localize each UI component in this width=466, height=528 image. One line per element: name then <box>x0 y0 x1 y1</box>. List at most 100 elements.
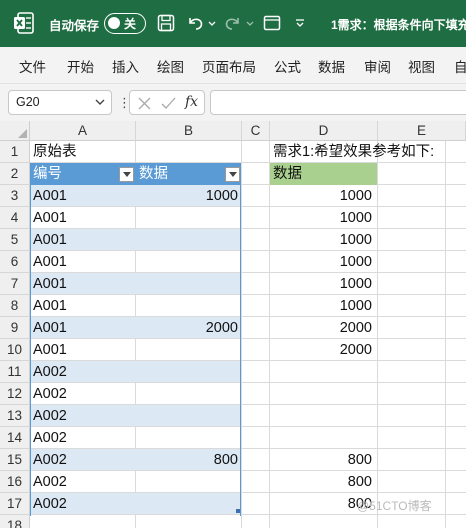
cell-a5[interactable]: A001 <box>33 229 67 251</box>
cell-a13[interactable]: A002 <box>33 405 67 427</box>
cell-d3[interactable]: 1000 <box>270 185 372 207</box>
cell-a11[interactable]: A002 <box>33 361 67 383</box>
tab-home[interactable]: 开始 <box>67 56 94 76</box>
cell-d1[interactable]: 需求1:希望效果参考如下: <box>273 141 434 163</box>
save-icon[interactable] <box>157 12 175 34</box>
name-box[interactable]: G20 <box>8 90 112 115</box>
row-header[interactable]: 18 <box>0 515 30 528</box>
result-header-d[interactable]: 数据 <box>273 163 302 185</box>
cell-a10[interactable]: A001 <box>33 339 67 361</box>
tab-insert[interactable]: 插入 <box>112 56 139 76</box>
cell-d4[interactable]: 1000 <box>270 207 372 229</box>
formula-input[interactable] <box>210 90 466 115</box>
select-all-button[interactable] <box>0 121 30 141</box>
column-header-b[interactable]: B <box>136 121 242 141</box>
row-header[interactable]: 12 <box>0 383 30 405</box>
cell-b4[interactable] <box>136 207 238 229</box>
row-header[interactable]: 5 <box>0 229 30 251</box>
filter-dropdown-a[interactable] <box>119 167 134 182</box>
row-header[interactable]: 9 <box>0 317 30 339</box>
tab-page-layout[interactable]: 页面布局 <box>202 56 256 76</box>
chevron-down-icon[interactable] <box>95 97 105 107</box>
cell-a15[interactable]: A002 <box>33 449 67 471</box>
cell-b8[interactable] <box>136 295 238 317</box>
window-icon[interactable] <box>263 12 281 34</box>
column-header-c[interactable]: C <box>242 121 270 141</box>
tab-review[interactable]: 审阅 <box>364 56 391 76</box>
insert-function-icon[interactable]: fx <box>185 94 198 110</box>
cell-a6[interactable]: A001 <box>33 251 67 273</box>
autosave-toggle[interactable]: 关 <box>104 13 146 34</box>
cell-a16[interactable]: A002 <box>33 471 67 493</box>
cell-b13[interactable] <box>136 405 238 427</box>
redo-icon[interactable] <box>224 12 242 34</box>
cell-b12[interactable] <box>136 383 238 405</box>
cell-d13[interactable] <box>270 405 372 427</box>
cell-d8[interactable]: 1000 <box>270 295 372 317</box>
cell-d11[interactable] <box>270 361 372 383</box>
cell-a17[interactable]: A002 <box>33 493 67 515</box>
cell-b6[interactable] <box>136 251 238 273</box>
table-header-b[interactable]: 数据 <box>139 163 168 185</box>
row-header[interactable]: 8 <box>0 295 30 317</box>
cell-d16[interactable]: 800 <box>270 471 372 493</box>
cell-d7[interactable]: 1000 <box>270 273 372 295</box>
cell-a8[interactable]: A001 <box>33 295 67 317</box>
row-header[interactable]: 10 <box>0 339 30 361</box>
row-header[interactable]: 7 <box>0 273 30 295</box>
redo-dropdown-chevron-icon[interactable] <box>245 12 255 34</box>
cancel-icon[interactable] <box>138 97 151 110</box>
tab-more[interactable]: 自 <box>454 56 466 76</box>
cell-a12[interactable]: A002 <box>33 383 67 405</box>
cell-b14[interactable] <box>136 427 238 449</box>
table-header-a[interactable]: 编号 <box>33 163 62 185</box>
cell-b17[interactable] <box>136 493 238 515</box>
cell-b3[interactable]: 1000 <box>136 185 238 207</box>
row-header[interactable]: 17 <box>0 493 30 515</box>
filter-dropdown-b[interactable] <box>225 167 240 182</box>
row-header[interactable]: 2 <box>0 163 30 185</box>
row-header[interactable]: 15 <box>0 449 30 471</box>
column-header-a[interactable]: A <box>30 121 136 141</box>
tab-data[interactable]: 数据 <box>318 56 345 76</box>
cell-a3[interactable]: A001 <box>33 185 67 207</box>
tab-formulas[interactable]: 公式 <box>274 56 301 76</box>
cell-b11[interactable] <box>136 361 238 383</box>
row-header[interactable]: 11 <box>0 361 30 383</box>
cell-b5[interactable] <box>136 229 238 251</box>
row-header[interactable]: 14 <box>0 427 30 449</box>
undo-icon[interactable] <box>186 12 204 34</box>
cell-d6[interactable]: 1000 <box>270 251 372 273</box>
column-header-e[interactable]: E <box>378 121 466 141</box>
row-header[interactable]: 3 <box>0 185 30 207</box>
cell-d9[interactable]: 2000 <box>270 317 372 339</box>
table-resize-handle[interactable] <box>236 509 240 513</box>
cell-d5[interactable]: 1000 <box>270 229 372 251</box>
row-header[interactable]: 13 <box>0 405 30 427</box>
undo-dropdown-chevron-icon[interactable] <box>207 12 217 34</box>
tab-draw[interactable]: 绘图 <box>157 56 184 76</box>
cell-b10[interactable] <box>136 339 238 361</box>
cell-b16[interactable] <box>136 471 238 493</box>
cell-b15[interactable]: 800 <box>136 449 238 471</box>
worksheet-grid[interactable]: A B C D E 1 2 3 4 5 6 7 8 9 10 11 12 13 … <box>0 121 466 528</box>
enter-check-icon[interactable] <box>161 97 176 110</box>
cell-a9[interactable]: A001 <box>33 317 67 339</box>
row-header[interactable]: 6 <box>0 251 30 273</box>
cell-a7[interactable]: A001 <box>33 273 67 295</box>
tab-file[interactable]: 文件 <box>19 56 46 76</box>
row-header[interactable]: 16 <box>0 471 30 493</box>
cell-a4[interactable]: A001 <box>33 207 67 229</box>
customize-quick-access-icon[interactable] <box>294 12 306 34</box>
tab-view[interactable]: 视图 <box>408 56 435 76</box>
cell-d14[interactable] <box>270 427 372 449</box>
cell-d12[interactable] <box>270 383 372 405</box>
cell-a14[interactable]: A002 <box>33 427 67 449</box>
cell-b7[interactable] <box>136 273 238 295</box>
cell-d15[interactable]: 800 <box>270 449 372 471</box>
cell-d10[interactable]: 2000 <box>270 339 372 361</box>
cell-a1[interactable]: 原始表 <box>33 141 77 163</box>
column-header-d[interactable]: D <box>270 121 378 141</box>
row-header[interactable]: 1 <box>0 141 30 163</box>
row-header[interactable]: 4 <box>0 207 30 229</box>
